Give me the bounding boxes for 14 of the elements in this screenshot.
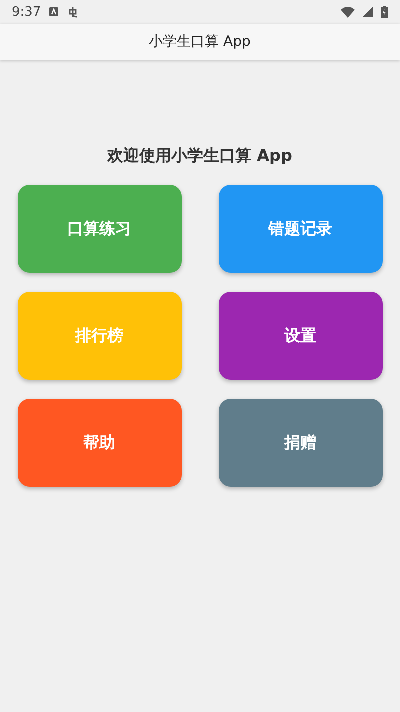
menu-tile-button[interactable]: 排行榜 — [18, 292, 182, 380]
wifi-icon — [341, 6, 355, 18]
menu-tile-button[interactable]: 捐赠 — [218, 399, 382, 487]
status-time: 9:37 — [12, 4, 42, 20]
menu-tile-button[interactable]: 设置 — [218, 292, 382, 380]
welcome-heading: 欢迎使用小学生口算 App — [108, 146, 292, 167]
menu-tile-button[interactable]: 帮助 — [18, 399, 182, 487]
battery-icon — [381, 6, 388, 18]
notification-icon — [49, 7, 60, 17]
bug-icon — [67, 6, 80, 18]
signal-icon — [363, 7, 373, 17]
menu-tile-button[interactable]: 口算练习 — [18, 185, 182, 273]
app-title: 小学生口算 App — [149, 33, 251, 51]
menu-tile-button[interactable]: 错题记录 — [218, 185, 382, 273]
